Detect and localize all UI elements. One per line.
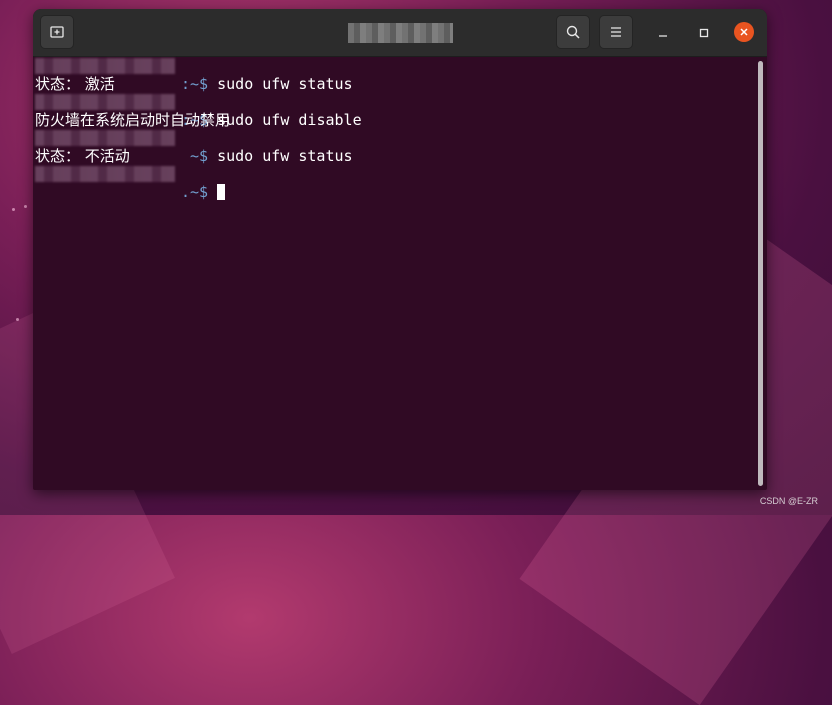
minimize-icon [659, 35, 667, 37]
hamburger-menu-icon [611, 27, 621, 37]
redacted-username [35, 58, 175, 74]
wallpaper-dot [16, 318, 19, 321]
output-line: 防火墙在系统启动时自动禁用 [35, 111, 231, 129]
maximize-button[interactable] [694, 23, 714, 43]
text-cursor [217, 184, 226, 200]
minimize-button[interactable] [653, 23, 673, 43]
window-title [348, 23, 453, 43]
scrollbar[interactable] [758, 61, 763, 486]
redacted-username [35, 130, 175, 146]
prompt-line: ~$ sudo ufw status [35, 129, 767, 165]
redacted-username [35, 94, 175, 110]
terminal-output-area[interactable]: :~$ sudo ufw status 状态： 激活 :~$ sudo ufw … [33, 57, 767, 490]
wallpaper-dot [12, 208, 15, 211]
prompt-line: .~$ [35, 165, 767, 201]
terminal-window: :~$ sudo ufw status 状态： 激活 :~$ sudo ufw … [33, 9, 767, 490]
output-line: 状态： 不活动 [35, 147, 130, 165]
prompt-path: .~$ [181, 183, 218, 201]
redacted-username [35, 166, 175, 182]
menu-button[interactable] [599, 15, 633, 49]
title-bar [33, 9, 767, 57]
search-button[interactable] [556, 15, 590, 49]
maximize-icon [699, 28, 709, 38]
search-icon [566, 25, 580, 39]
output-line: 状态： 激活 [35, 75, 115, 93]
wallpaper-dot [24, 205, 27, 208]
prompt-line: :~$ sudo ufw disable [35, 93, 767, 129]
watermark: CSDN @E-ZR [759, 496, 818, 506]
prompt-line: :~$ sudo ufw status [35, 57, 767, 93]
close-button[interactable] [734, 22, 754, 42]
close-icon [740, 28, 748, 36]
new-tab-button[interactable] [40, 15, 74, 49]
new-tab-icon [50, 26, 64, 38]
